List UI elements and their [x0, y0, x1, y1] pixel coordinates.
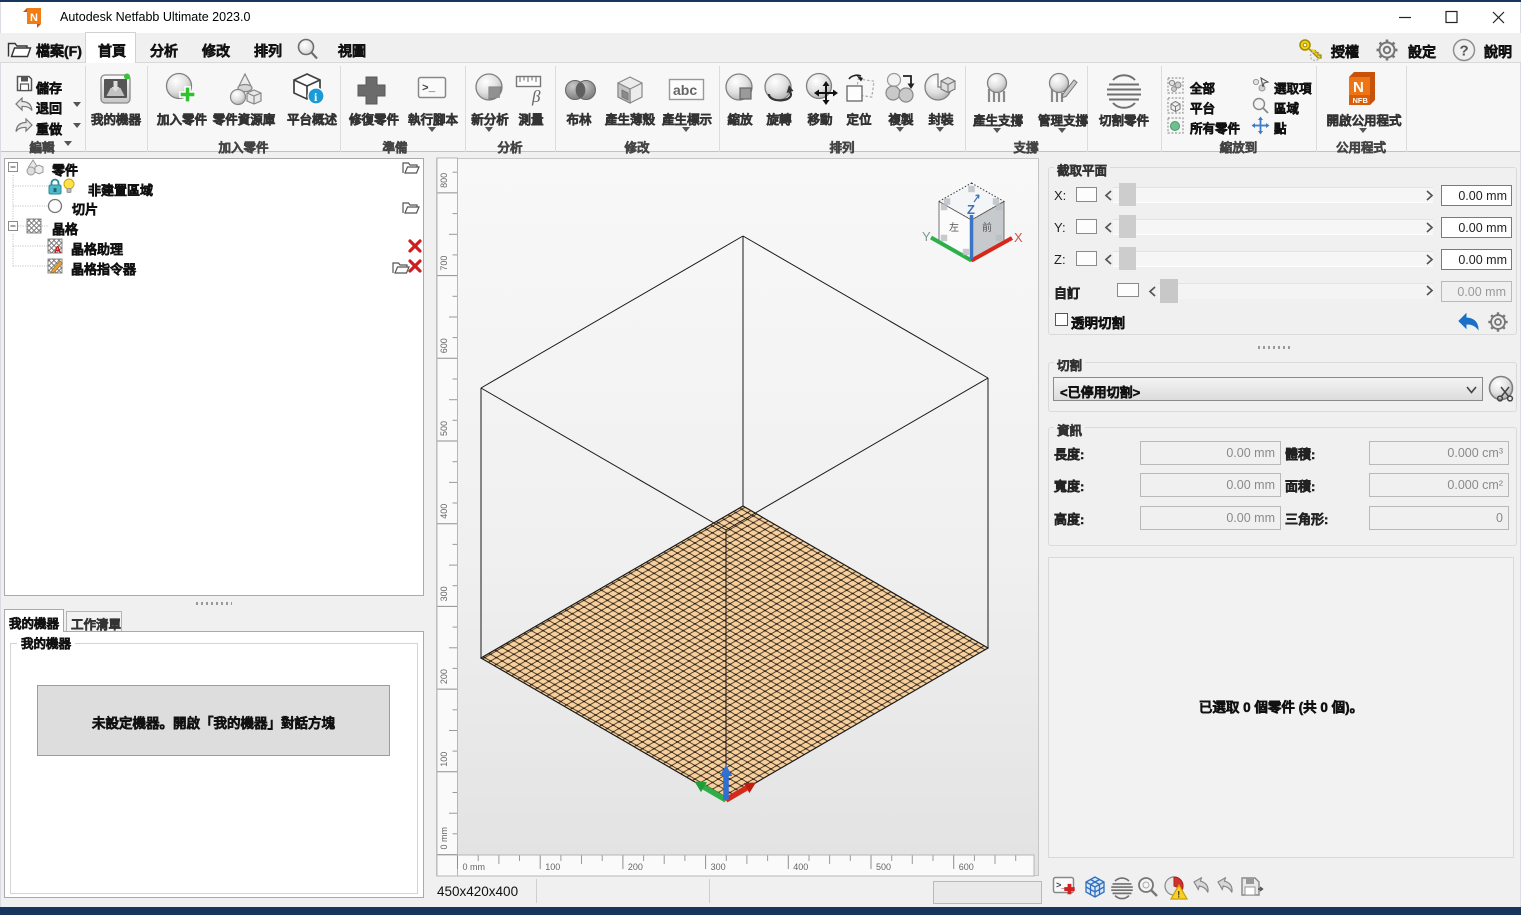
svg-text:400: 400: [793, 862, 808, 872]
svg-text:100: 100: [545, 862, 560, 872]
svg-text:700: 700: [439, 256, 449, 271]
svg-text:?: ?: [1460, 43, 1469, 60]
svg-text:N: N: [30, 12, 38, 24]
svg-text:β: β: [531, 87, 541, 106]
svg-text:X: X: [1014, 230, 1023, 245]
svg-text:前: 前: [982, 221, 992, 234]
svg-text:300: 300: [439, 586, 449, 601]
svg-text:300: 300: [711, 862, 726, 872]
svg-text:600: 600: [959, 862, 974, 872]
svg-text:100: 100: [439, 752, 449, 767]
svg-text:A: A: [54, 245, 61, 256]
svg-text:0 mm: 0 mm: [463, 862, 486, 872]
svg-text:500: 500: [439, 421, 449, 436]
svg-text:0 mm: 0 mm: [439, 827, 449, 850]
svg-text:!: !: [1177, 890, 1180, 900]
svg-text:Y: Y: [922, 229, 931, 244]
svg-text:左: 左: [949, 221, 959, 234]
svg-text:abc: abc: [673, 82, 697, 98]
svg-text:NFB: NFB: [1353, 96, 1369, 105]
svg-text:600: 600: [439, 338, 449, 353]
svg-text:Z: Z: [967, 202, 975, 217]
svg-text:400: 400: [439, 504, 449, 519]
svg-text:800: 800: [439, 173, 449, 188]
svg-text:500: 500: [876, 862, 891, 872]
svg-text:>_: >_: [422, 83, 436, 95]
svg-text:200: 200: [628, 862, 643, 872]
svg-text:200: 200: [439, 669, 449, 684]
svg-text:N: N: [1353, 79, 1364, 96]
